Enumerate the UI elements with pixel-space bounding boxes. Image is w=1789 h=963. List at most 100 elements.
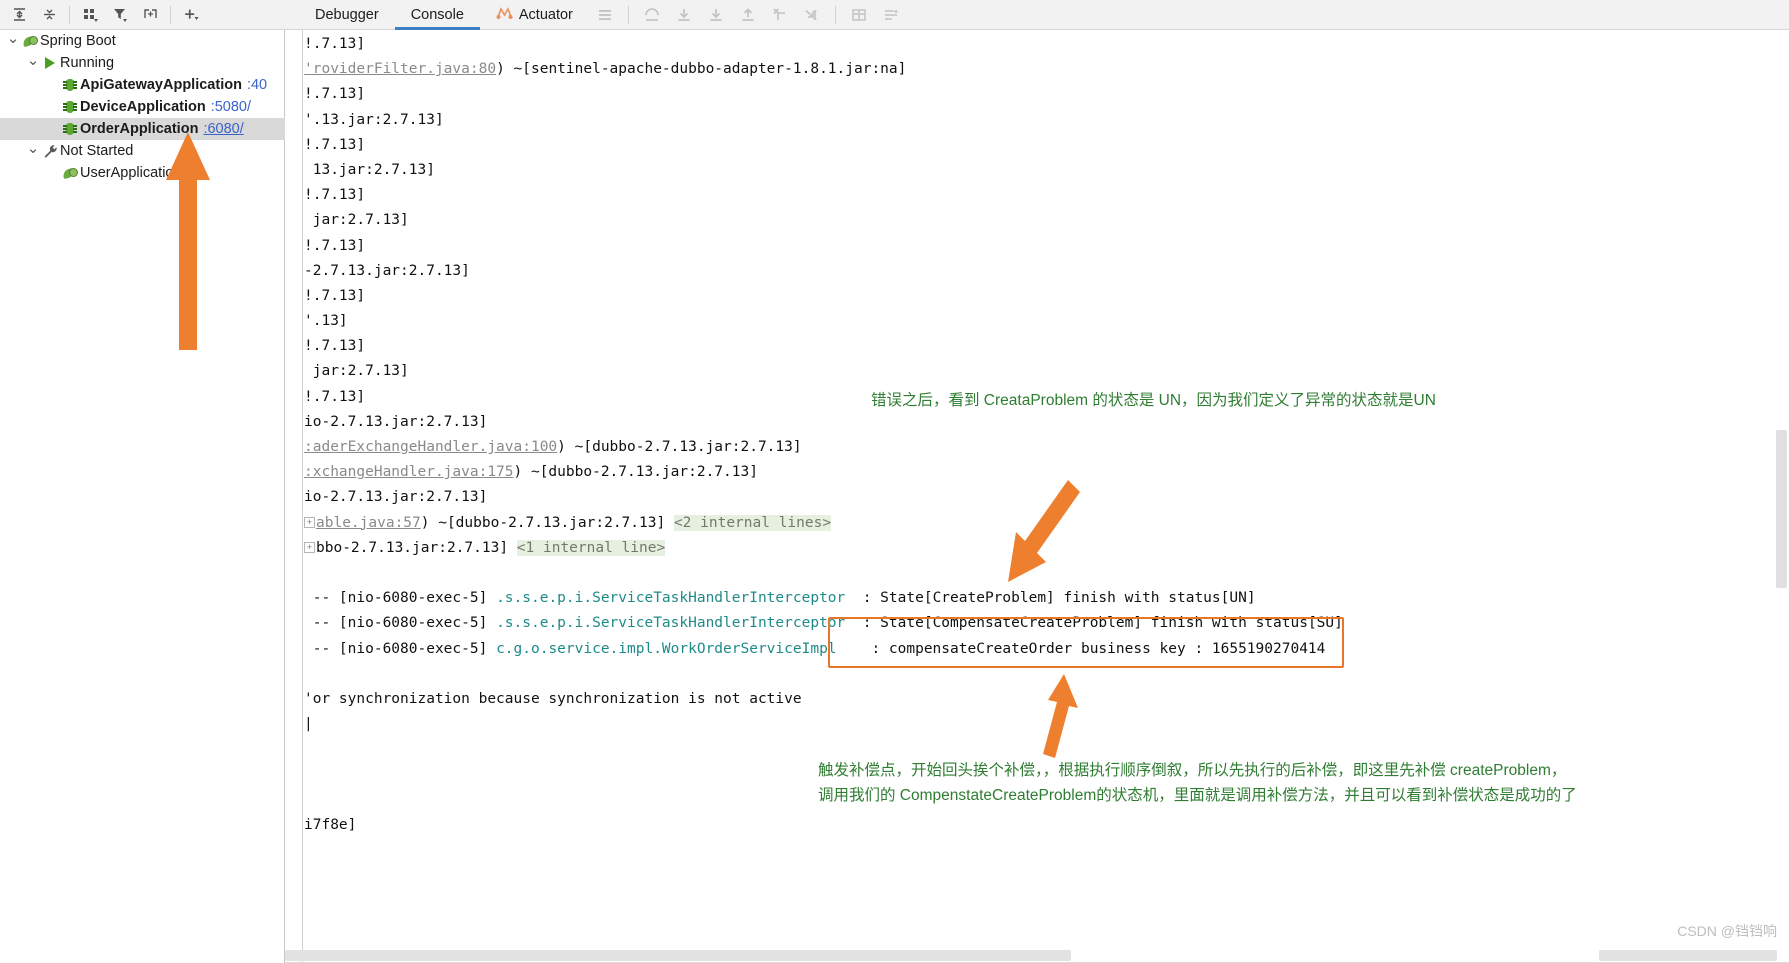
tab-console-label: Console	[410, 6, 464, 23]
console-stacktrace-link[interactable]: :aderExchangeHandler.java:100	[304, 439, 557, 455]
spring-leaf-icon	[20, 35, 40, 48]
wrench-icon	[40, 144, 60, 159]
chevron-down-icon[interactable]: ⌄	[26, 53, 40, 68]
chevron-down-icon[interactable]: ⌄	[6, 31, 20, 46]
tree-item-label: ApiGatewayApplication	[80, 77, 242, 93]
tab-actuator-label: Actuator	[518, 6, 573, 23]
console-line: !.7.13]	[304, 284, 1789, 309]
annotation-bottom-note: 触发补偿点，开始回头挨个补偿，，根据执行顺序倒叙，所以先执行的后补偿，即这里先补…	[818, 758, 1577, 808]
console-line: 'roviderFilter.java:80) ~[sentinel-apach…	[304, 57, 1789, 82]
console-line: jar:2.7.13]	[304, 359, 1789, 384]
tab-console[interactable]: Console	[395, 0, 480, 30]
toolbar-divider-3	[627, 5, 629, 24]
console-text: !.7.13]	[304, 187, 366, 204]
console-line: !.7.13]	[304, 133, 1789, 158]
console-text: -- [nio-6080-exec-5]	[304, 590, 497, 607]
annotation-arrow-top-note	[1008, 480, 1080, 582]
console-line: -2.7.13.jar:2.7.13]	[304, 259, 1789, 284]
console-stacktrace-link[interactable]: able.java:57	[316, 515, 421, 531]
tree-item-label: Running	[60, 55, 115, 71]
console-text: '.13]	[304, 313, 348, 330]
tree-item-not-started[interactable]: ⌄ Not Started	[0, 140, 285, 162]
step-over-icon[interactable]	[668, 2, 700, 28]
console-text: ) ~[dubbo-2.7.13.jar:2.7.13]	[420, 514, 674, 531]
console-line: !.7.13]	[304, 32, 1789, 57]
tab-actuator[interactable]: Actuator	[480, 0, 589, 30]
console-line: !.7.13]	[304, 234, 1789, 259]
debug-bug-icon	[60, 78, 80, 92]
tree-item-label: Not Started	[60, 143, 134, 159]
console-text: '.13.jar:2.7.13]	[304, 111, 444, 128]
console-text: i7f8e]	[304, 816, 357, 833]
console-text: !.7.13]	[304, 237, 366, 254]
soft-wrap-icon[interactable]	[843, 2, 875, 28]
services-tree: ⌄ Spring Boot ⌄ Running ApiGatewayApplicatio…	[0, 30, 285, 184]
annotation-bottom-note-line1: 触发补偿点，开始回头挨个补偿，，根据执行顺序倒叙，所以先执行的后补偿，即这里先补…	[818, 762, 1567, 779]
evaluate-expression-icon[interactable]	[796, 2, 828, 28]
console-text: !.7.13]	[304, 287, 366, 304]
console-text: 13.jar:2.7.13]	[304, 161, 435, 178]
console-horizontal-scrollbar-right[interactable]	[1599, 950, 1777, 961]
fold-expand-icon[interactable]: +	[304, 516, 315, 528]
spring-leaf-icon	[60, 167, 80, 180]
step-into-icon[interactable]	[700, 2, 732, 28]
console-text: ) ~[dubbo-2.7.13.jar:2.7.13]	[557, 439, 802, 455]
console-stacktrace-link[interactable]: :xchangeHandler.java:175	[304, 464, 514, 480]
console-text: |	[304, 716, 313, 733]
console-vertical-scrollbar[interactable]	[1776, 430, 1787, 588]
toolbar-divider	[69, 5, 70, 24]
add-icon[interactable]	[176, 2, 206, 28]
annotation-bottom-note-line2: 调用我们的 CompenstateCreateProblem的状态机，里面就是调…	[818, 787, 1577, 804]
force-step-out-icon[interactable]	[732, 2, 764, 28]
step-out-icon[interactable]	[636, 2, 668, 28]
console-line: :aderExchangeHandler.java:100) ~[dubbo-2…	[304, 435, 1789, 460]
watermark: CSDN @铛铛响	[1677, 923, 1777, 939]
services-panel: ⌄ Spring Boot ⌄ Running ApiGatewayApplicatio…	[0, 0, 285, 963]
console-horizontal-scrollbar[interactable]	[285, 950, 1071, 961]
console-text: -- [nio-6080-exec-5]	[304, 615, 497, 632]
console-line: '.13.jar:2.7.13]	[304, 108, 1789, 133]
expand-all-icon[interactable]	[4, 2, 34, 28]
console-folded-badge[interactable]: <1 internal line>	[516, 539, 666, 556]
console-text: ) ~[sentinel-apache-dubbo-adapter-1.8.1.…	[496, 61, 907, 78]
console-logger-name: .s.s.e.p.i.ServiceTaskHandlerInterceptor	[496, 590, 846, 607]
console-logger-name: .s.s.e.p.i.ServiceTaskHandlerInterceptor	[496, 615, 846, 632]
tree-item-running[interactable]: ⌄ Running	[0, 52, 285, 74]
console-folded-badge[interactable]: <2 internal lines>	[673, 514, 832, 531]
fold-expand-icon[interactable]: +	[304, 541, 315, 553]
tree-item-label: DeviceApplication	[80, 99, 206, 115]
filter-icon[interactable]	[105, 2, 135, 28]
debug-bug-icon	[60, 100, 80, 114]
console-gutter	[285, 30, 303, 963]
tree-item-user-application[interactable]: UserApplicatio	[0, 162, 285, 184]
console-text: io-2.7.13.jar:2.7.13]	[304, 489, 488, 506]
group-by-icon[interactable]	[75, 2, 105, 28]
console-text: jar:2.7.13]	[304, 212, 409, 229]
console-line: !.7.13]	[304, 183, 1789, 208]
console-line: '.13]	[304, 309, 1789, 334]
console-text: !.7.13]	[304, 338, 366, 355]
tree-item-api-gateway-application[interactable]: ApiGatewayApplication :40	[0, 74, 285, 96]
chevron-down-icon[interactable]: ⌄	[26, 141, 40, 156]
add-frame-icon[interactable]	[135, 2, 165, 28]
collapse-all-icon[interactable]	[34, 2, 64, 28]
console-stacktrace-link[interactable]: 'roviderFilter.java:80	[304, 61, 496, 77]
console-text: !.7.13]	[304, 136, 366, 153]
tree-item-spring-boot[interactable]: ⌄ Spring Boot	[0, 30, 285, 52]
run-to-cursor-icon[interactable]	[764, 2, 796, 28]
tree-item-port-link[interactable]: :40	[247, 77, 267, 93]
tree-item-device-application[interactable]: DeviceApplication :5080/	[0, 96, 285, 118]
console-line: jar:2.7.13]	[304, 208, 1789, 233]
actuator-icon	[496, 5, 513, 24]
console-text: 'or synchronization because synchronizat…	[304, 690, 802, 707]
console-line: io-2.7.13.jar:2.7.13]	[304, 410, 1789, 435]
tab-debugger[interactable]: Debugger	[299, 0, 395, 30]
menu-icon[interactable]	[589, 2, 621, 28]
console-toolbar: Debugger Console Actuator	[285, 0, 1789, 30]
tree-item-order-application[interactable]: OrderApplication:6080/	[0, 118, 285, 140]
scroll-to-end-icon[interactable]	[875, 2, 907, 28]
run-play-icon	[40, 57, 60, 69]
toolbar-divider-2	[170, 5, 171, 24]
console-line: i7f8e]	[304, 813, 1789, 838]
tree-item-port-link[interactable]: :5080/	[211, 99, 251, 115]
